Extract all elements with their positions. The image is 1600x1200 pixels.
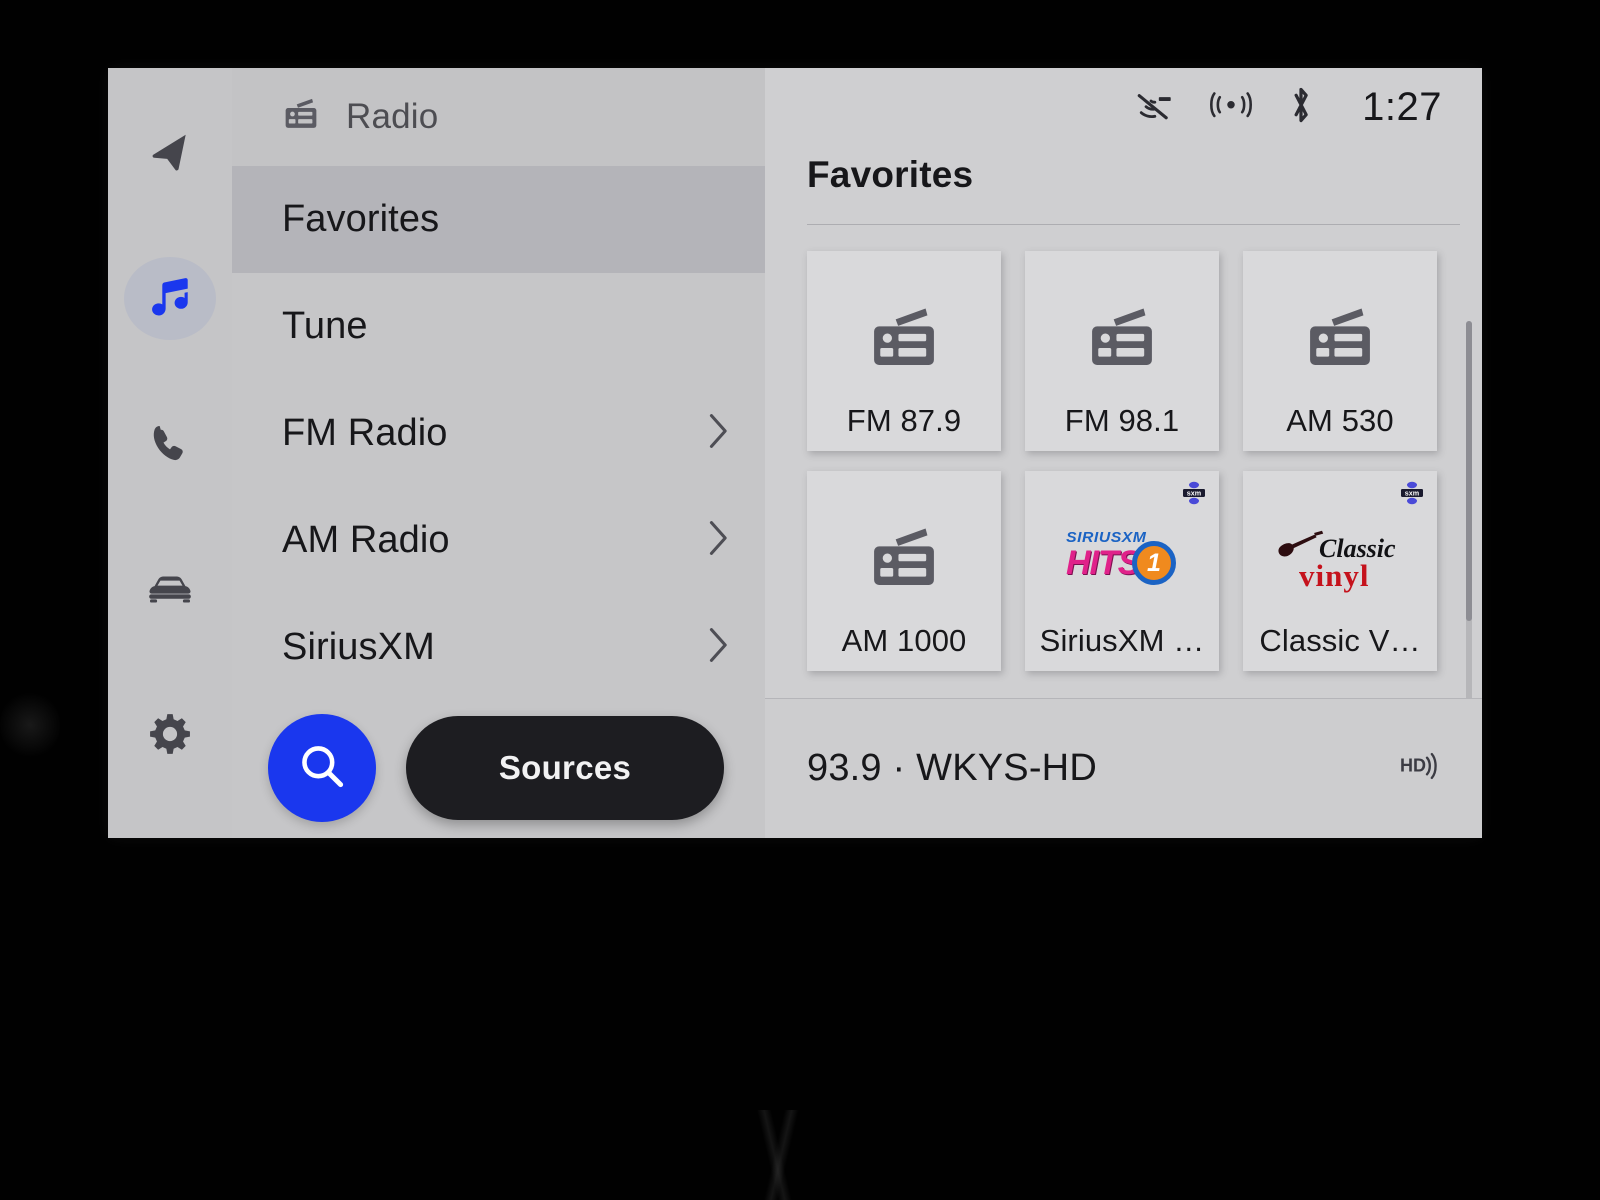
vertical-scrollbar[interactable] xyxy=(1466,321,1472,698)
navigation-arrow-icon xyxy=(147,131,193,177)
rail-item-media[interactable] xyxy=(124,257,216,341)
menu-item-label: Favorites xyxy=(282,198,440,240)
bluetooth-icon xyxy=(1286,84,1316,131)
favorite-tile-label: SiriusXM … xyxy=(1039,623,1205,658)
menu-item-fm-radio[interactable]: FM Radio xyxy=(232,380,765,487)
sxm-badge-icon: sxm xyxy=(1399,481,1425,505)
infotainment-screen: Radio Favorites Tune FM Radio AM Radio S… xyxy=(108,68,1482,838)
phone-icon xyxy=(147,421,193,467)
radio-icon xyxy=(1303,297,1377,383)
logo-hits-text: HITS xyxy=(1066,544,1140,582)
favorite-tile-label: FM 98.1 xyxy=(1064,403,1180,438)
classic-vinyl-logo: Classic vinyl xyxy=(1275,517,1405,603)
radio-icon xyxy=(1085,297,1159,383)
sxm-badge-icon: sxm xyxy=(1181,481,1207,505)
menu-item-label: SiriusXM xyxy=(282,626,435,668)
rail-item-phone[interactable] xyxy=(124,402,216,485)
menu-item-label: Tune xyxy=(282,305,368,347)
chevron-right-icon xyxy=(707,413,729,454)
favorites-grid: FM 87.9 FM 98.1 AM 530 AM 1000 sxm SIRIU… xyxy=(807,251,1482,671)
svg-text:sxm: sxm xyxy=(1187,489,1201,498)
sources-button-label: Sources xyxy=(498,749,632,786)
favorite-tile-label: FM 87.9 xyxy=(846,403,962,438)
favorite-tile[interactable]: FM 87.9 xyxy=(807,251,1001,451)
radio-menu-list: Favorites Tune FM Radio AM Radio SiriusX… xyxy=(232,166,765,701)
menu-action-bar: Sources xyxy=(232,698,765,838)
radio-icon xyxy=(867,297,941,383)
favorite-tile-label: AM 530 xyxy=(1286,403,1394,438)
photo-frame: Radio Favorites Tune FM Radio AM Radio S… xyxy=(0,0,1600,1200)
menu-item-siriusxm[interactable]: SiriusXM xyxy=(232,594,765,701)
siriusxm-hits1-logo: SIRIUSXM HITS 1 xyxy=(1066,517,1178,603)
app-rail xyxy=(108,68,232,838)
svg-text:HD: HD xyxy=(1400,756,1426,776)
menu-item-tune[interactable]: Tune xyxy=(232,273,765,380)
favorite-tile[interactable]: AM 530 xyxy=(1243,251,1437,451)
music-note-icon xyxy=(145,274,195,324)
favorite-tile[interactable]: AM 1000 xyxy=(807,471,1001,671)
car-icon xyxy=(145,564,195,614)
status-bar: 1:27 xyxy=(765,68,1482,146)
favorite-tile[interactable]: sxm SIRIUSXM HITS 1 SiriusXM … xyxy=(1025,471,1219,671)
favorite-tile[interactable]: FM 98.1 xyxy=(1025,251,1219,451)
search-icon xyxy=(296,740,348,797)
radio-icon xyxy=(867,517,941,603)
clock: 1:27 xyxy=(1362,84,1442,129)
now-playing-bar[interactable]: 93.9 · WKYS-HD HD xyxy=(765,698,1482,838)
logo-hits-number: 1 xyxy=(1132,541,1176,585)
hd-radio-icon: HD xyxy=(1398,748,1438,789)
gear-icon xyxy=(147,711,193,757)
page-title: Favorites xyxy=(807,154,974,195)
menu-header: Radio xyxy=(232,68,765,166)
rail-item-settings[interactable] xyxy=(124,693,216,776)
now-playing-station: 93.9 · WKYS-HD xyxy=(807,747,1097,789)
favorites-grid-wrapper: FM 87.9 FM 98.1 AM 530 AM 1000 sxm SIRIU… xyxy=(765,225,1482,698)
chevron-right-icon xyxy=(707,520,729,561)
menu-item-favorites[interactable]: Favorites xyxy=(232,166,765,273)
favorite-tile-label: AM 1000 xyxy=(841,623,967,658)
screen-glare-bottom xyxy=(620,1110,950,1200)
radio-menu-panel: Radio Favorites Tune FM Radio AM Radio S… xyxy=(232,68,765,838)
scrollbar-thumb[interactable] xyxy=(1466,321,1472,621)
rail-item-navigation[interactable] xyxy=(124,112,216,195)
menu-item-am-radio[interactable]: AM Radio xyxy=(232,487,765,594)
menu-header-title: Radio xyxy=(346,97,439,136)
menu-item-label: FM Radio xyxy=(282,412,448,454)
broadcast-signal-icon xyxy=(1208,89,1254,126)
favorite-tile[interactable]: sxm Classic vinyl Classic V… xyxy=(1243,471,1437,671)
microphone-muted-icon xyxy=(1132,88,1176,127)
favorites-panel: 1:27 Favorites FM 87.9 FM 98.1 AM 530 AM… xyxy=(765,68,1482,838)
menu-item-label: AM Radio xyxy=(282,519,450,561)
chevron-right-icon xyxy=(707,627,729,668)
screen-glare-left xyxy=(0,690,60,760)
rail-item-vehicle[interactable] xyxy=(124,548,216,631)
favorite-tile-label: Classic V… xyxy=(1259,623,1421,658)
svg-text:sxm: sxm xyxy=(1405,489,1419,498)
logo-vinyl-text: vinyl xyxy=(1299,558,1370,593)
radio-icon xyxy=(282,96,320,139)
sources-button[interactable]: Sources xyxy=(406,716,724,820)
search-button[interactable] xyxy=(268,714,376,822)
